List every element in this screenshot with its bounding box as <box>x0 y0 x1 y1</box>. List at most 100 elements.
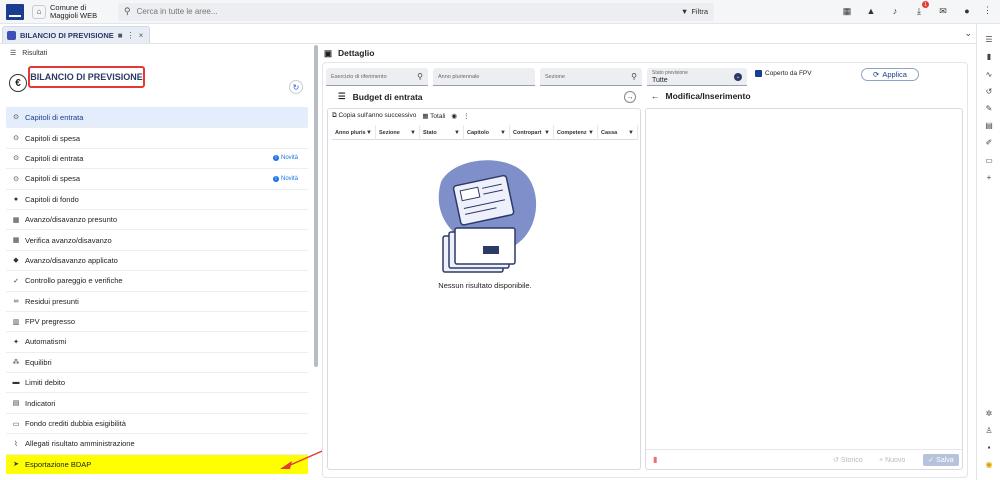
column-header-label: Sezione <box>379 129 400 136</box>
panel-icon[interactable]: ▣ <box>324 48 332 59</box>
menu-item[interactable]: ▤ Indicatori <box>6 392 308 412</box>
menu-item[interactable]: ◆ Avanzo/disavanzo applicato <box>6 249 308 270</box>
new-badge-label: Novità <box>280 175 298 182</box>
filter-icon[interactable]: ▼ <box>410 130 416 136</box>
mail-icon[interactable]: ✉ <box>936 4 950 18</box>
menu-item[interactable]: ● Capitoli di fondo <box>6 188 308 209</box>
menu-item[interactable]: ⊙ Capitoli di spesa i Novità <box>6 168 308 188</box>
column-header[interactable]: Capitolo ▼ <box>464 125 510 140</box>
home-button[interactable]: ⌂ <box>32 4 46 19</box>
filter-icon[interactable]: ▼ <box>588 130 594 136</box>
search-icon[interactable]: ⚲ <box>417 72 423 81</box>
eye-icon[interactable]: ◉ <box>451 112 457 120</box>
trend-icon[interactable]: ∿ <box>984 69 994 79</box>
menu-item-label: Allegati risultato amministrazione <box>25 439 135 449</box>
chat-icon[interactable]: ▪ <box>984 442 994 452</box>
menu-item[interactable]: ▥ FPV pregresso <box>6 310 308 331</box>
menu-item[interactable]: ▦ Avanzo/disavanzo presunto <box>6 208 308 229</box>
help-icon[interactable]: ◉ <box>984 459 994 469</box>
esercizio-field[interactable]: Esercizio di riferimento ⚲ <box>326 68 428 86</box>
plus-icon[interactable]: + <box>984 172 994 182</box>
filter-icon[interactable]: ▼ <box>544 130 550 136</box>
filter-icon[interactable]: ▼ <box>628 130 634 136</box>
salva-button[interactable]: ✓ Salva <box>923 454 959 466</box>
menu-item-label: Esportazione BDAP <box>25 459 92 469</box>
edit-doc-icon[interactable]: ✐ <box>984 137 994 147</box>
menu-item[interactable]: ✓ Controllo pareggio e verifiche <box>6 270 308 290</box>
tools-icon[interactable]: ✎ <box>984 103 994 113</box>
column-header[interactable]: Sezione ▼ <box>376 125 420 140</box>
scrollbar[interactable] <box>314 45 318 367</box>
close-icon[interactable]: × <box>139 31 144 40</box>
checkbox-icon[interactable] <box>755 70 762 77</box>
home-icon: ⌂ <box>36 7 42 16</box>
menu-item[interactable]: ⁂ Equilibri <box>6 351 308 372</box>
totals-button[interactable]: ▦ Totali <box>422 112 445 120</box>
menu-item[interactable]: ⌇ Allegati risultato amministrazione <box>6 433 308 453</box>
calculator-icon: ▦ <box>422 113 429 120</box>
storico-button[interactable]: ↺ Storico <box>833 454 863 466</box>
filter-icon[interactable]: ▼ <box>500 130 506 136</box>
tab-bilancio-previsione[interactable]: BILANCIO DI PREVISIONE ■ ⋮ × <box>2 26 151 43</box>
search-icon[interactable]: ⚲ <box>631 72 637 81</box>
accessibility-icon[interactable]: ♙ <box>984 425 994 435</box>
clipboard-icon[interactable]: ▤ <box>984 120 994 130</box>
circle-arrow-icon: ⊙ <box>13 114 19 122</box>
chevron-down-icon[interactable]: ⌄ <box>734 73 742 81</box>
search-input[interactable] <box>136 7 681 16</box>
anno-pluriennale-field[interactable]: Anno pluriennale <box>433 68 535 86</box>
more-vert-icon[interactable]: ⋮ <box>463 112 470 120</box>
arrow-right-icon[interactable]: → <box>624 91 636 103</box>
download-icon[interactable]: ⤓ 1 <box>912 1 929 18</box>
bell-icon[interactable]: ♪ <box>888 4 902 18</box>
paperclip-icon: ⌇ <box>14 440 18 448</box>
menu-item[interactable]: ▬ Limiti debito <box>6 372 308 392</box>
menu-item[interactable]: ∞ Residui presunti <box>6 290 308 311</box>
user-icon[interactable]: ● <box>960 4 974 18</box>
trash-icon[interactable]: ▮ <box>653 455 657 464</box>
tab-menu-icon[interactable]: ⋮ <box>127 31 135 40</box>
more-vert-icon[interactable]: ⋮ <box>983 5 992 16</box>
arrow-left-icon[interactable]: ← <box>651 91 660 101</box>
menu-item[interactable]: ✦ Automatismi <box>6 331 308 351</box>
menu-item[interactable]: ➤ Esportazione BDAP <box>6 453 308 475</box>
column-header[interactable]: Competenz ▼ <box>554 125 598 140</box>
copy-button[interactable]: ⧉ Copia sull'anno successivo <box>332 112 416 120</box>
checklist-icon[interactable]: ☰ <box>984 34 994 44</box>
stato-previsione-select[interactable]: Stato previsione Tutte ⌄ <box>647 68 747 86</box>
empty-message: Nessun risultato disponibile. <box>438 281 532 290</box>
warning-icon[interactable]: ▲ <box>864 4 878 18</box>
list-icon[interactable]: ☰ <box>10 49 16 57</box>
coperto-fpv-checkbox[interactable]: Coperto da FPV <box>755 70 812 77</box>
chart-icon: ▤ <box>12 400 20 408</box>
menu-item[interactable]: ⊙ Capitoli di entrata i Novità <box>6 147 308 168</box>
filter-button[interactable]: ▼ Filtra <box>681 7 708 16</box>
circle-arrow-icon: ⊙ <box>13 175 19 183</box>
menu-item[interactable]: ▭ Fondo crediti dubbia esigibilità <box>6 412 308 433</box>
global-search[interactable]: ⚲ ▼ Filtra <box>118 2 714 21</box>
refresh-button[interactable]: ↻ <box>289 80 303 94</box>
menu-list: ⊙ Capitoli di entrata ⊙ Capitoli di spesa ⊙ C… <box>6 107 308 475</box>
file-icon[interactable]: ▭ <box>984 155 994 165</box>
menu-item[interactable]: ▦ Verifica avanzo/disavanzo <box>6 229 308 249</box>
column-header[interactable]: Contropart ▼ <box>510 125 554 140</box>
book-icon[interactable]: ▮ <box>984 51 994 61</box>
history-icon[interactable]: ↺ <box>984 86 994 96</box>
applica-button[interactable]: ⟳ Applica <box>861 68 919 81</box>
sezione-field[interactable]: Sezione ⚲ <box>540 68 642 86</box>
menu-item[interactable]: ⊙ Capitoli di entrata <box>6 107 308 128</box>
settings-icon[interactable]: ✲ <box>984 408 994 418</box>
nuovo-button[interactable]: + Nuovo <box>879 454 905 466</box>
column-header[interactable]: Cassa ▼ <box>598 125 638 140</box>
apps-grid-icon[interactable]: ▦ <box>840 4 854 18</box>
bookmark-icon[interactable]: ■ <box>118 31 123 40</box>
column-header[interactable]: Stato ▼ <box>420 125 464 140</box>
left-panel: € BILANCIO DI PREVISIONE ↻ ⊙ Capitoli di … <box>0 62 314 480</box>
storico-label: Storico <box>840 456 863 464</box>
module-title: BILANCIO DI PREVISIONE <box>28 66 145 88</box>
filter-icon[interactable]: ▼ <box>454 130 460 136</box>
filter-icon[interactable]: ▼ <box>366 130 372 136</box>
column-header[interactable]: Anno pluris ▼ <box>332 125 376 140</box>
chevron-down-icon[interactable]: ⌄ <box>964 28 972 39</box>
menu-item[interactable]: ⊙ Capitoli di spesa <box>6 127 308 147</box>
